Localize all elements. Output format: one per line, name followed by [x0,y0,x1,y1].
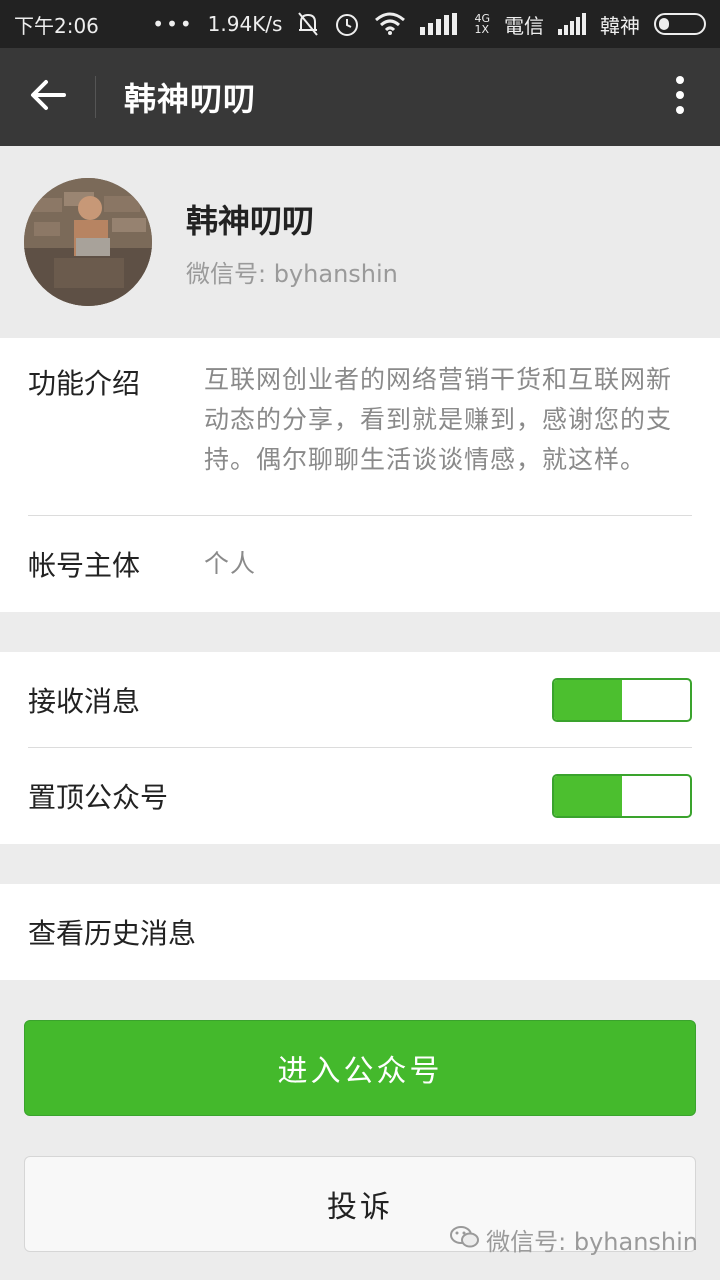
receive-messages-row: 接收消息 [0,652,720,748]
wechat-id: 微信号: byhanshin [186,259,398,288]
back-button[interactable] [0,48,96,146]
more-vertical-icon [675,75,685,119]
history-card[interactable]: 查看历史消息 [0,884,720,980]
signal-bars-icon-2 [558,13,586,35]
profile-name: 韩神叨叨 [186,201,315,240]
network-speed: 1.94K/s [207,12,283,36]
history-label: 查看历史消息 [28,917,197,950]
owner-row[interactable]: 帐号主体 个人 [0,516,720,612]
toggle-on-fill [554,776,622,816]
network-type-bottom: 1X [474,23,490,36]
intro-label: 功能介绍 [28,367,141,400]
pin-account-row: 置顶公众号 [0,748,720,844]
pin-account-label: 置顶公众号 [28,781,169,814]
nav-bar: 韩神叨叨 [0,48,720,146]
status-dots: ••• [152,12,194,36]
status-icons: ••• 1.94K/s 4G 1X 電信 韓神 [152,10,706,39]
intro-value: 互联网创业者的网络营销干货和互联网新动态的分享，看到就是赚到，感谢您的支持。偶尔… [204,365,673,474]
owner-label: 帐号主体 [28,549,141,582]
signal-bars-icon [420,13,460,35]
owner-value: 个人 [204,549,257,578]
watermark: 微信号: byhanshin [450,1222,698,1257]
alarm-icon [334,11,360,37]
arrow-left-icon [30,79,66,115]
intro-row: 功能介绍 互联网创业者的网络营销干货和互联网新动态的分享，看到就是赚到，感谢您的… [0,338,720,516]
enter-account-button[interactable]: 进入公众号 [24,1020,696,1116]
settings-card: 接收消息 置顶公众号 [0,652,720,844]
wechat-logo-icon [450,1225,480,1255]
avatar[interactable] [24,178,152,306]
info-card: 功能介绍 互联网创业者的网络营销干货和互联网新动态的分享，看到就是赚到，感谢您的… [0,338,720,612]
toggle-on-fill [554,680,622,720]
wifi-icon [374,12,406,36]
more-options-button[interactable] [640,48,720,146]
profile-header: 韩神叨叨 微信号: byhanshin [0,146,720,338]
status-bar: 下午2:06 ••• 1.94K/s 4G 1X 電信 韓神 [0,0,720,48]
page-title: 韩神叨叨 [124,80,257,118]
status-time: 下午2:06 [14,13,99,38]
bell-off-icon [296,11,320,37]
watermark-text: 微信号: byhanshin [486,1228,698,1256]
carrier-label: 電信 [504,13,544,38]
history-row[interactable]: 查看历史消息 [0,884,720,980]
receive-messages-toggle[interactable] [552,678,692,722]
carrier-label-2: 韓神 [600,13,640,38]
receive-messages-label: 接收消息 [28,685,141,718]
pin-account-toggle[interactable] [552,774,692,818]
network-type: 4G 1X [474,13,490,35]
battery-icon [654,13,706,35]
